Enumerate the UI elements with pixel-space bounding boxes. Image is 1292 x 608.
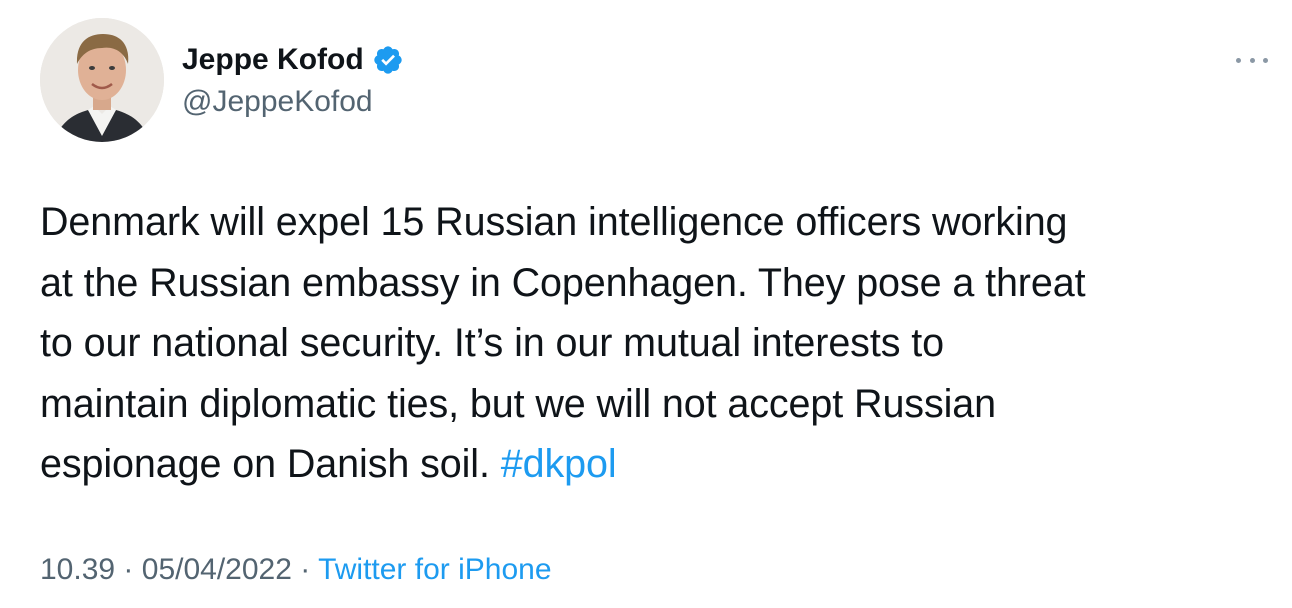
tweet-text-line: to our national security. It’s in our mu… — [40, 321, 944, 365]
tweet-text-line: maintain diplomatic ties, but we will no… — [40, 381, 997, 426]
meta-separator: · — [300, 553, 311, 586]
tweet-time[interactable]: 10.39 — [40, 553, 115, 586]
tweet-card: Jeppe Kofod @JeppeKofod Denmark will exp… — [0, 0, 1292, 608]
tweet-text-line: Denmark will expel 15 Russian intelligen… — [40, 200, 1068, 244]
verified-badge-icon — [372, 44, 404, 76]
author-name-row[interactable]: Jeppe Kofod — [182, 40, 404, 80]
author-display-name[interactable]: Jeppe Kofod — [182, 40, 364, 80]
more-dot — [1236, 57, 1241, 63]
tweet-text: Denmark will expel 15 Russian intelligen… — [40, 192, 1270, 495]
tweet-text-line: espionage on Danish soil. — [40, 442, 490, 486]
more-dot — [1263, 57, 1268, 63]
avatar-photo — [40, 18, 164, 142]
tweet-meta: 10.39 · 05/04/2022 · Twitter for iPhone — [40, 548, 552, 592]
tweet-date[interactable]: 05/04/2022 — [142, 553, 292, 586]
more-options-icon[interactable] — [1236, 52, 1268, 68]
hashtag-link[interactable]: #dkpol — [501, 442, 617, 486]
tweet-source-link[interactable]: Twitter for iPhone — [318, 553, 551, 586]
author-handle[interactable]: @JeppeKofod — [182, 82, 373, 122]
tweet-text-line: at the Russian embassy in Copenhagen. Th… — [40, 260, 1086, 305]
meta-separator: · — [123, 553, 134, 586]
more-dot — [1249, 57, 1255, 63]
tweet-text-last-line: espionage on Danish soil. #dkpol — [40, 434, 1270, 495]
avatar[interactable] — [40, 18, 164, 142]
